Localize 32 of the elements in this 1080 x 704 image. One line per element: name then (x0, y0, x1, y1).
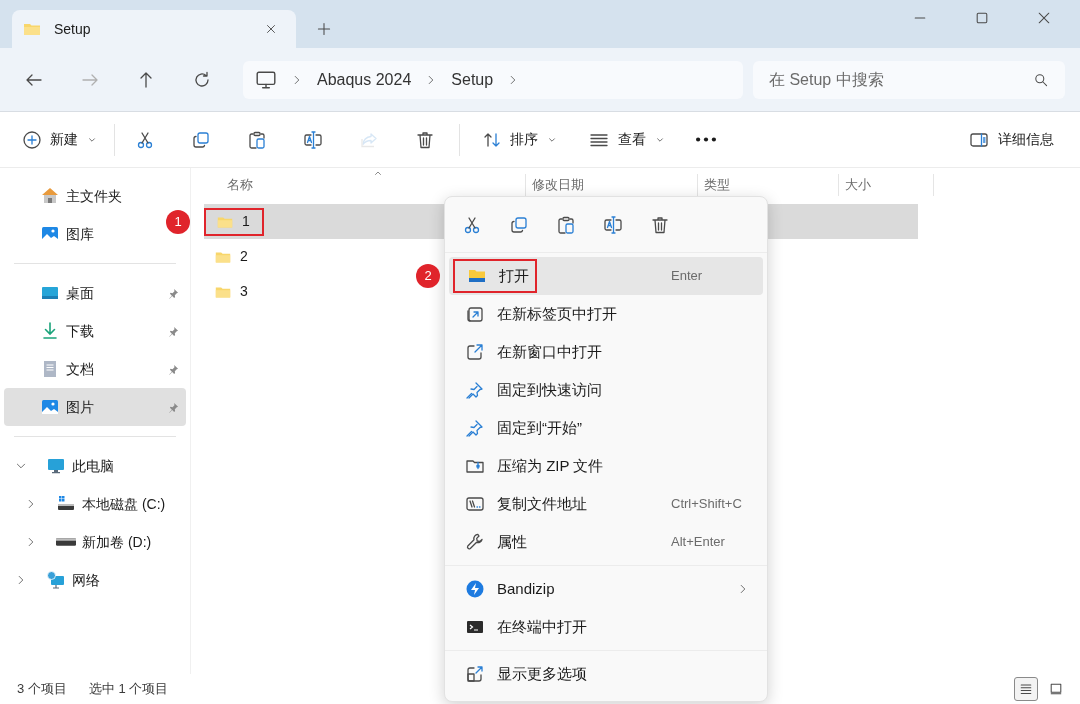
menu-label: 在新标签页中打开 (497, 303, 617, 324)
sidebar-label: 新加卷 (D:) (82, 532, 152, 552)
menu-label: 在终端中打开 (497, 616, 587, 637)
menu-label: 在新窗口中打开 (497, 341, 602, 362)
menu-label: 固定到“开始” (497, 417, 582, 438)
file-name: 3 (240, 282, 248, 301)
shortcut-text: Enter (671, 267, 703, 286)
file-name: 1 (242, 212, 250, 231)
menu-label: 固定到快速访问 (497, 379, 602, 400)
sidebar-label: 图库 (66, 224, 94, 244)
menu-label: 压缩为 ZIP 文件 (497, 455, 604, 476)
sidebar-label: 网络 (72, 570, 100, 590)
menu-label: Bandizip (497, 578, 555, 599)
sidebar-label: 图片 (66, 397, 94, 417)
step-badge: 1 (166, 209, 190, 234)
menu-label: 复制文件地址 (497, 493, 587, 514)
status-text: 选中 1 个项目 (88, 680, 169, 699)
sidebar-label: 本地磁盘 (C:) (82, 494, 166, 514)
menu-label: 属性 (497, 531, 527, 552)
shortcut-text: Ctrl+Shift+C (671, 495, 742, 514)
file-name: 2 (240, 247, 248, 266)
tab-title: Setup (54, 19, 92, 39)
status-text: 3 个项目 (17, 680, 67, 699)
menu-label: 打开 (499, 265, 529, 286)
sidebar-label: 下载 (66, 321, 94, 341)
sidebar-label: 桌面 (66, 283, 94, 303)
sidebar-label: 此电脑 (72, 456, 114, 476)
sidebar-label: 文档 (66, 359, 94, 379)
sidebar-label: 主文件夹 (66, 186, 122, 206)
step-badge: 2 (416, 264, 440, 288)
menu-label: 显示更多选项 (497, 663, 587, 684)
shortcut-text: Alt+Enter (671, 533, 725, 552)
